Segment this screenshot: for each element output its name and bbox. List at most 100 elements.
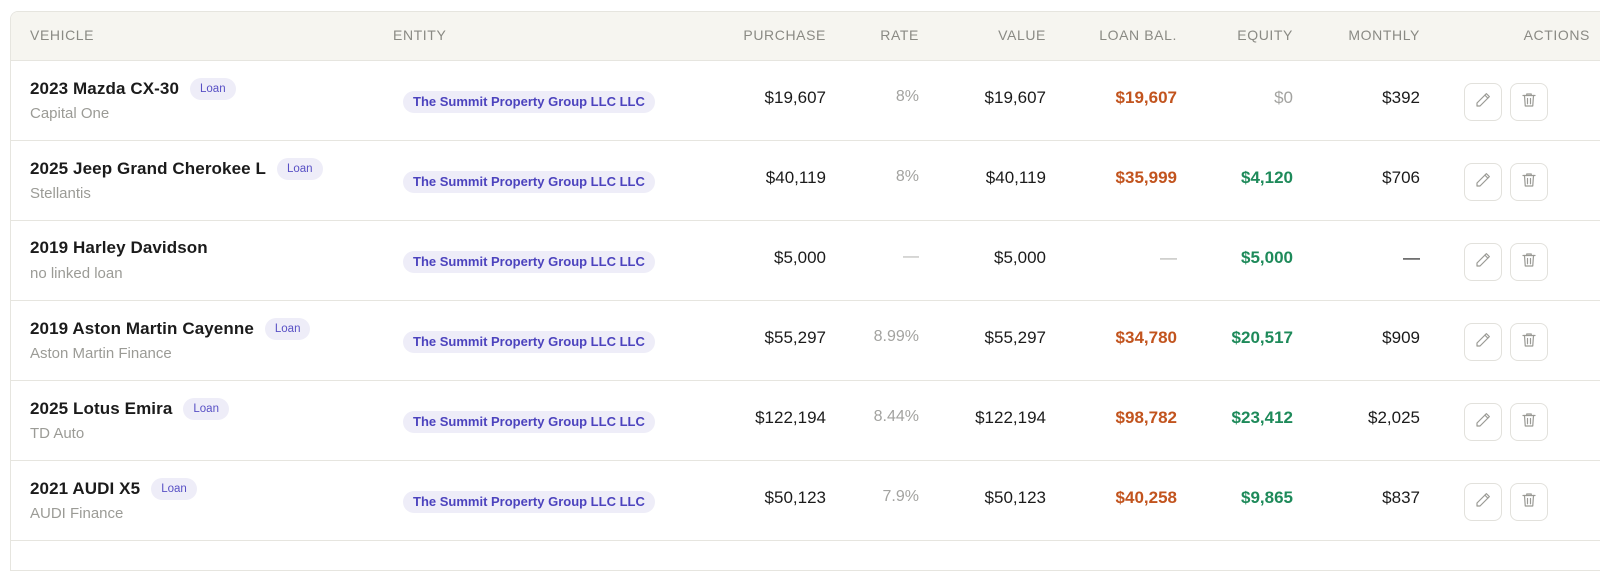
delete-button[interactable] xyxy=(1510,243,1548,281)
pencil-icon xyxy=(1474,251,1492,274)
header-value[interactable]: VALUE xyxy=(998,12,1046,61)
current-value: $122,194 xyxy=(975,408,1046,427)
entity-badge[interactable]: The Summit Property Group LLC LLC xyxy=(403,251,655,273)
purchase-price: $5,000 xyxy=(774,248,826,267)
delete-button[interactable] xyxy=(1510,483,1548,521)
vehicle-name-cell: 2019 Harley Davidson xyxy=(30,238,208,258)
edit-button[interactable] xyxy=(1464,323,1502,361)
pencil-icon xyxy=(1474,171,1492,194)
vehicle-lender: Capital One xyxy=(30,105,110,122)
entity-badge[interactable]: The Summit Property Group LLC LLC xyxy=(403,91,655,113)
purchase-price: $50,123 xyxy=(764,488,826,507)
purchase-price: $122,194 xyxy=(755,408,826,427)
header-vehicle[interactable]: VEHICLE xyxy=(30,12,94,61)
vehicle-name: 2021 AUDI X5 xyxy=(30,479,141,498)
delete-button[interactable] xyxy=(1510,163,1548,201)
vehicle-name-cell: 2025 Lotus Emira Loan xyxy=(30,398,229,420)
entity-badge[interactable]: The Summit Property Group LLC LLC xyxy=(403,411,655,433)
vehicle-name-cell: 2023 Mazda CX-30 Loan xyxy=(30,78,236,100)
equity: $20,517 xyxy=(1231,328,1293,347)
vehicle-name: 2023 Mazda CX-30 xyxy=(30,79,180,98)
header-equity[interactable]: EQUITY xyxy=(1237,12,1293,61)
equity: $0 xyxy=(1274,88,1293,107)
purchase-price: $55,297 xyxy=(764,328,826,347)
current-value: $55,297 xyxy=(984,328,1046,347)
trash-icon xyxy=(1520,491,1538,514)
vehicle-name-cell: 2025 Jeep Grand Cherokee L Loan xyxy=(30,158,323,180)
loan-badge: Loan xyxy=(277,158,323,180)
purchase-price: $40,119 xyxy=(765,168,826,187)
pencil-icon xyxy=(1474,411,1492,434)
interest-rate: 8.99% xyxy=(873,328,919,345)
interest-rate: 8% xyxy=(895,168,919,185)
delete-button[interactable] xyxy=(1510,83,1548,121)
monthly-payment: $2,025 xyxy=(1368,408,1420,427)
table-body: 2023 Mazda CX-30 Loan Capital One The Su… xyxy=(11,61,1600,541)
vehicle-name: 2025 Jeep Grand Cherokee L xyxy=(30,159,266,178)
table-header: VEHICLE ENTITY PURCHASE RATE VALUE LOAN … xyxy=(11,12,1600,61)
trash-icon xyxy=(1520,251,1538,274)
equity: $5,000 xyxy=(1241,248,1293,267)
header-loan-balance[interactable]: LOAN BAL. xyxy=(1099,12,1177,61)
edit-button[interactable] xyxy=(1464,243,1502,281)
edit-button[interactable] xyxy=(1464,403,1502,441)
edit-button[interactable] xyxy=(1464,483,1502,521)
vehicle-name: 2019 Aston Martin Cayenne xyxy=(30,319,254,338)
table-row[interactable]: 2019 Harley Davidson no linked loan The … xyxy=(11,221,1600,301)
trash-icon xyxy=(1520,91,1538,114)
current-value: $50,123 xyxy=(984,488,1046,507)
vehicle-lender: Stellantis xyxy=(30,185,91,202)
loan-badge: Loan xyxy=(183,398,229,420)
table-row[interactable]: 2023 Mazda CX-30 Loan Capital One The Su… xyxy=(11,61,1600,141)
current-value: $5,000 xyxy=(994,248,1046,267)
loan-balance: $19,607 xyxy=(1115,88,1177,107)
entity-badge[interactable]: The Summit Property Group LLC LLC xyxy=(403,171,655,193)
monthly-payment: $706 xyxy=(1382,168,1420,187)
interest-rate: — xyxy=(903,248,919,265)
trash-icon xyxy=(1520,331,1538,354)
header-entity[interactable]: ENTITY xyxy=(393,12,446,61)
monthly-payment: $837 xyxy=(1382,488,1420,507)
edit-button[interactable] xyxy=(1464,163,1502,201)
table-row[interactable]: 2025 Jeep Grand Cherokee L Loan Stellant… xyxy=(11,141,1600,221)
monthly-payment: — xyxy=(1403,248,1420,267)
delete-button[interactable] xyxy=(1510,403,1548,441)
header-purchase[interactable]: PURCHASE xyxy=(743,12,826,61)
vehicle-lender: Aston Martin Finance xyxy=(30,345,172,362)
loan-balance: $35,999 xyxy=(1115,168,1177,187)
loan-balance: $34,780 xyxy=(1115,328,1177,347)
loan-badge: Loan xyxy=(264,318,311,340)
interest-rate: 7.9% xyxy=(882,488,919,505)
loan-balance: $40,258 xyxy=(1115,488,1177,507)
vehicle-lender: TD Auto xyxy=(30,425,85,442)
loan-badge: Loan xyxy=(151,478,197,500)
header-monthly[interactable]: MONTHLY xyxy=(1348,12,1420,61)
vehicle-name: 2025 Lotus Emira xyxy=(30,399,173,418)
table-row[interactable]: 2019 Aston Martin Cayenne Loan Aston Mar… xyxy=(11,301,1600,381)
table-row[interactable]: 2021 AUDI X5 Loan AUDI Finance The Summi… xyxy=(11,461,1600,541)
interest-rate: 8.44% xyxy=(873,408,919,425)
current-value: $40,119 xyxy=(985,168,1046,187)
equity: $4,120 xyxy=(1241,168,1293,187)
table-row[interactable]: 2025 Lotus Emira Loan TD Auto The Summit… xyxy=(11,381,1600,461)
trash-icon xyxy=(1520,411,1538,434)
equity: $9,865 xyxy=(1241,488,1293,507)
vehicles-table: VEHICLE ENTITY PURCHASE RATE VALUE LOAN … xyxy=(10,11,1600,571)
monthly-payment: $909 xyxy=(1382,328,1420,347)
loan-balance: — xyxy=(1160,248,1177,267)
current-value: $19,607 xyxy=(984,88,1046,107)
vehicle-lender: no linked loan xyxy=(30,265,123,282)
pencil-icon xyxy=(1474,331,1492,354)
loan-badge: Loan xyxy=(190,78,236,100)
equity: $23,412 xyxy=(1231,408,1293,427)
purchase-price: $19,607 xyxy=(764,88,826,107)
delete-button[interactable] xyxy=(1510,323,1548,361)
edit-button[interactable] xyxy=(1464,83,1502,121)
interest-rate: 8% xyxy=(895,88,919,105)
header-rate[interactable]: RATE xyxy=(880,12,919,61)
vehicle-name-cell: 2019 Aston Martin Cayenne Loan xyxy=(30,318,311,340)
vehicle-name: 2019 Harley Davidson xyxy=(30,238,208,257)
vehicle-name-cell: 2021 AUDI X5 Loan xyxy=(30,478,197,500)
entity-badge[interactable]: The Summit Property Group LLC LLC xyxy=(403,331,655,353)
entity-badge[interactable]: The Summit Property Group LLC LLC xyxy=(403,491,655,513)
